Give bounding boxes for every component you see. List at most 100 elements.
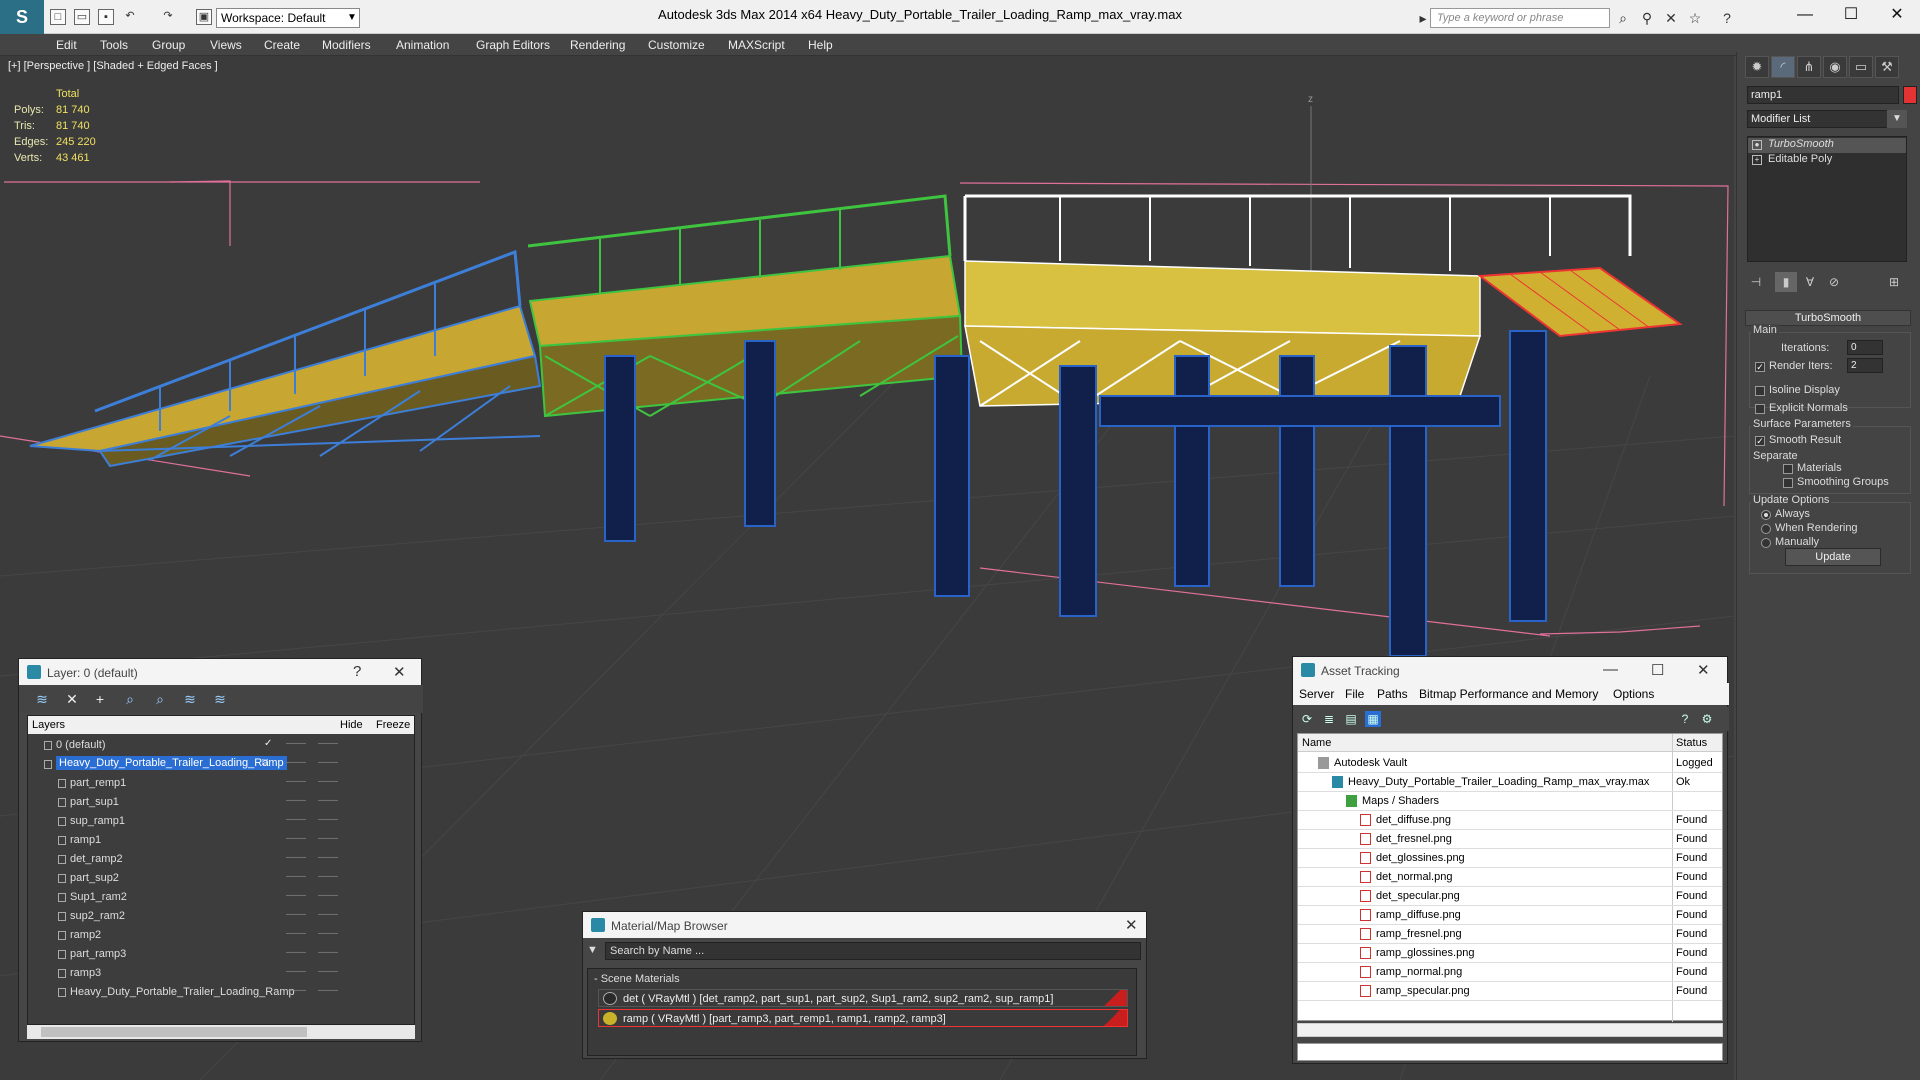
new-file-icon[interactable]: □ bbox=[50, 9, 66, 25]
material-search-input[interactable]: Search by Name ... bbox=[605, 942, 1141, 960]
asset-horizontal-scrollbar[interactable] bbox=[1297, 1023, 1723, 1037]
save-file-icon[interactable]: ▪ bbox=[98, 9, 114, 25]
asset-row[interactable]: ramp_glossines.png Found bbox=[1298, 944, 1722, 963]
help-icon[interactable]: ? bbox=[1718, 9, 1736, 27]
asset-row[interactable]: det_fresnel.png Found bbox=[1298, 830, 1722, 849]
maximize-icon[interactable]: ☐ bbox=[1828, 0, 1874, 30]
project-folder-icon[interactable]: ▣ bbox=[196, 9, 212, 25]
utilities-tab-icon[interactable]: ⚒ bbox=[1875, 56, 1899, 78]
maximize-icon[interactable]: ☐ bbox=[1651, 661, 1664, 679]
layer-row[interactable]: det_ramp2 —— —— bbox=[28, 850, 414, 869]
workspace-dropdown[interactable]: Workspace: Default bbox=[216, 8, 360, 28]
asset-menu-paths[interactable]: Paths bbox=[1377, 687, 1408, 701]
menu-edit[interactable]: Edit bbox=[56, 38, 77, 52]
layer-row[interactable]: part_sup2 —— —— bbox=[28, 869, 414, 888]
scrollbar-thumb[interactable] bbox=[41, 1027, 307, 1037]
material-row-ramp[interactable]: ramp ( VRayMtl ) [part_ramp3, part_remp1… bbox=[598, 1009, 1128, 1027]
layer-row[interactable]: part_ramp3 —— —— bbox=[28, 945, 414, 964]
asset-row[interactable]: ramp_normal.png Found bbox=[1298, 963, 1722, 982]
when-rendering-radio[interactable] bbox=[1761, 524, 1771, 534]
menu-create[interactable]: Create bbox=[264, 38, 300, 52]
modifier-list-dropdown[interactable]: Modifier List bbox=[1747, 110, 1907, 128]
menu-customize[interactable]: Customize bbox=[648, 38, 705, 52]
render-iters-checkbox[interactable]: ✓ bbox=[1755, 362, 1765, 372]
undo-icon[interactable]: ↶ bbox=[122, 9, 138, 25]
material-browser-title-bar[interactable]: Material/Map Browser ✕ bbox=[583, 912, 1146, 938]
chevron-down-icon[interactable]: ▼ bbox=[344, 8, 360, 28]
iterations-spinner[interactable]: 0 bbox=[1847, 340, 1883, 355]
menu-modifiers[interactable]: Modifiers bbox=[322, 38, 371, 52]
redo-icon[interactable]: ↷ bbox=[160, 9, 176, 25]
list-view-icon[interactable]: ≣ bbox=[1321, 711, 1337, 727]
expand-plus-icon[interactable]: + bbox=[1752, 155, 1762, 165]
hide-toggle[interactable]: —— bbox=[286, 776, 306, 787]
layer-row[interactable]: part_remp1 —— —— bbox=[28, 774, 414, 793]
hide-toggle[interactable]: —— bbox=[286, 890, 306, 901]
asset-tracking-title-bar[interactable]: Asset Tracking — ☐ ✕ bbox=[1293, 657, 1727, 683]
layer-row[interactable]: ramp1 —— —— bbox=[28, 831, 414, 850]
lightbulb-icon[interactable]: ● bbox=[1752, 140, 1762, 150]
hide-toggle[interactable]: —— bbox=[286, 985, 306, 996]
layer-row[interactable]: 0 (default) ✓ —— —— bbox=[28, 736, 414, 755]
menu-animation[interactable]: Animation bbox=[396, 38, 449, 52]
hide-toggle[interactable]: —— bbox=[286, 795, 306, 806]
hide-toggle[interactable]: —— bbox=[286, 871, 306, 882]
menu-rendering[interactable]: Rendering bbox=[570, 38, 625, 52]
chevron-down-icon[interactable]: ▼ bbox=[1887, 110, 1907, 128]
freeze-toggle[interactable]: —— bbox=[318, 928, 338, 939]
freeze-toggle[interactable]: —— bbox=[318, 947, 338, 958]
delete-layer-icon[interactable]: ✕ bbox=[63, 690, 81, 708]
select-objects-icon[interactable]: ⌕ bbox=[121, 690, 139, 708]
freeze-toggle[interactable]: —— bbox=[318, 852, 338, 863]
layer-panel-title-bar[interactable]: Layer: 0 (default) ? ✕ bbox=[19, 659, 421, 685]
open-file-icon[interactable]: ▭ bbox=[74, 9, 90, 25]
freeze-toggle[interactable]: —— bbox=[318, 909, 338, 920]
freeze-all-layers-icon[interactable]: ≋ bbox=[211, 690, 229, 708]
menu-help[interactable]: Help bbox=[808, 38, 833, 52]
hide-toggle[interactable]: —— bbox=[286, 909, 306, 920]
hide-all-layers-icon[interactable]: ≋ bbox=[181, 690, 199, 708]
hide-toggle[interactable]: —— bbox=[286, 814, 306, 825]
subscription-icon[interactable]: ⚲ bbox=[1638, 9, 1656, 27]
menu-group[interactable]: Group bbox=[152, 38, 185, 52]
asset-row[interactable]: det_diffuse.png Found bbox=[1298, 811, 1722, 830]
freeze-toggle[interactable]: —— bbox=[318, 966, 338, 977]
freeze-toggle[interactable]: —— bbox=[318, 738, 338, 749]
smoothing-groups-checkbox[interactable] bbox=[1783, 478, 1793, 488]
menu-maxscript[interactable]: MAXScript bbox=[728, 38, 785, 52]
asset-row[interactable]: ramp_fresnel.png Found bbox=[1298, 925, 1722, 944]
help-icon[interactable]: ? bbox=[1677, 711, 1693, 727]
manually-radio[interactable] bbox=[1761, 538, 1771, 548]
viewport-label[interactable]: [+] [Perspective ] [Shaded + Edged Faces… bbox=[8, 60, 218, 72]
close-icon[interactable]: ✕ bbox=[1697, 661, 1710, 679]
explicit-normals-checkbox[interactable] bbox=[1755, 404, 1765, 414]
minimize-icon[interactable]: — bbox=[1782, 0, 1828, 30]
set-current-layer-icon[interactable]: □ bbox=[262, 757, 268, 768]
show-end-result-icon[interactable]: ▮ bbox=[1775, 272, 1797, 292]
options-arrow-icon[interactable]: ▼ bbox=[587, 944, 598, 956]
active-layer-check-icon[interactable]: ✓ bbox=[264, 738, 272, 749]
status-column-header[interactable]: Status bbox=[1676, 737, 1707, 749]
asset-menu-server[interactable]: Server bbox=[1299, 687, 1334, 701]
stack-item-turbosmooth[interactable]: ● TurboSmooth bbox=[1748, 138, 1906, 153]
freeze-toggle[interactable]: —— bbox=[318, 890, 338, 901]
remove-modifier-icon[interactable]: ⊘ bbox=[1823, 272, 1845, 292]
table-view-icon[interactable]: ▤ bbox=[1343, 711, 1359, 727]
hide-toggle[interactable]: —— bbox=[286, 757, 306, 768]
freeze-column-header[interactable]: Freeze bbox=[376, 719, 410, 731]
layer-row[interactable]: part_sup1 —— —— bbox=[28, 793, 414, 812]
layer-row[interactable]: Heavy_Duty_Portable_Trailer_Loading_Ramp… bbox=[28, 755, 414, 774]
communication-icon[interactable]: ✕ bbox=[1662, 9, 1680, 27]
asset-menu-file[interactable]: File bbox=[1345, 687, 1364, 701]
hide-toggle[interactable]: —— bbox=[286, 852, 306, 863]
asset-row[interactable]: det_specular.png Found bbox=[1298, 887, 1722, 906]
render-iters-spinner[interactable]: 2 bbox=[1847, 358, 1883, 373]
minimize-icon[interactable]: — bbox=[1603, 661, 1618, 678]
update-button[interactable]: Update bbox=[1785, 548, 1881, 566]
hide-toggle[interactable]: —— bbox=[286, 928, 306, 939]
isoline-display-checkbox[interactable] bbox=[1755, 386, 1765, 396]
app-logo-icon[interactable]: S bbox=[0, 0, 44, 34]
asset-row[interactable]: ramp_specular.png Found bbox=[1298, 982, 1722, 1001]
asset-row[interactable]: Maps / Shaders bbox=[1298, 792, 1722, 811]
object-color-swatch[interactable] bbox=[1903, 86, 1917, 104]
